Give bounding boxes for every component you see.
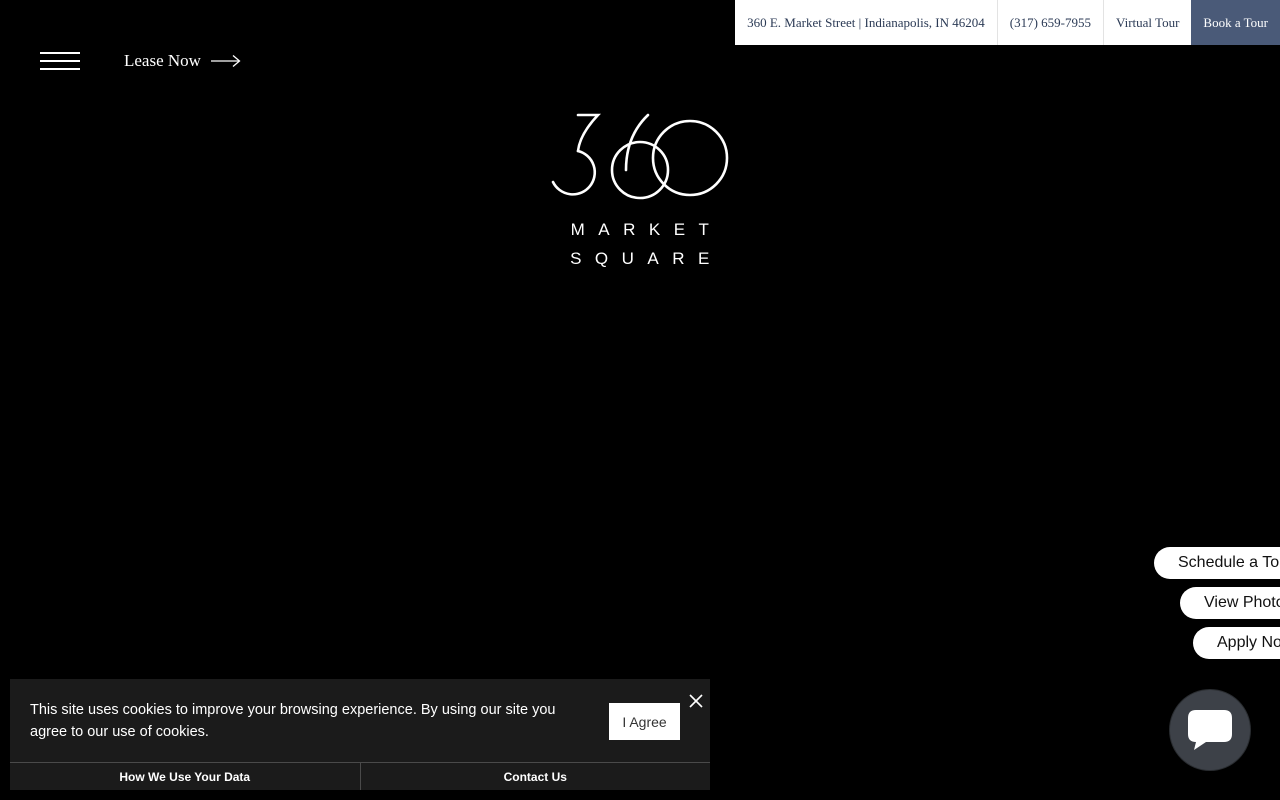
cookie-banner: This site uses cookies to improve your b… (10, 679, 710, 790)
apply-now-button[interactable]: Apply No (1193, 627, 1280, 659)
close-icon[interactable] (686, 691, 706, 711)
address-link[interactable]: 360 E. Market Street | Indianapolis, IN … (735, 0, 997, 45)
lease-now-link[interactable]: Lease Now (124, 49, 241, 73)
contact-us-link[interactable]: Contact Us (361, 763, 711, 790)
logo-360-mark (551, 113, 729, 200)
arrow-right-icon (210, 55, 241, 67)
book-tour-button[interactable]: Book a Tour (1191, 0, 1280, 45)
virtual-tour-link[interactable]: Virtual Tour (1103, 0, 1191, 45)
how-we-use-data-link[interactable]: How We Use Your Data (10, 763, 361, 790)
lease-now-label: Lease Now (124, 51, 201, 70)
site-logo[interactable]: MARKET SQUARE (540, 108, 740, 278)
chat-button[interactable] (1170, 690, 1250, 770)
logo-word-square: SQUARE (570, 249, 723, 268)
page: 360 E. Market Street | Indianapolis, IN … (0, 0, 1280, 800)
cookie-links: How We Use Your Data Contact Us (10, 762, 710, 790)
agree-button[interactable]: I Agree (609, 703, 680, 740)
hamburger-menu-icon[interactable] (40, 52, 80, 72)
phone-link[interactable]: (317) 659-7955 (996, 0, 1103, 45)
chat-bubble-icon (1188, 710, 1232, 750)
schedule-tour-button[interactable]: Schedule a To (1154, 547, 1280, 579)
logo-word-market: MARKET (570, 220, 723, 239)
top-utility-bar: 360 E. Market Street | Indianapolis, IN … (735, 0, 1280, 45)
cookie-message: This site uses cookies to improve your b… (30, 702, 556, 740)
view-photos-button[interactable]: View Photo (1180, 587, 1280, 619)
